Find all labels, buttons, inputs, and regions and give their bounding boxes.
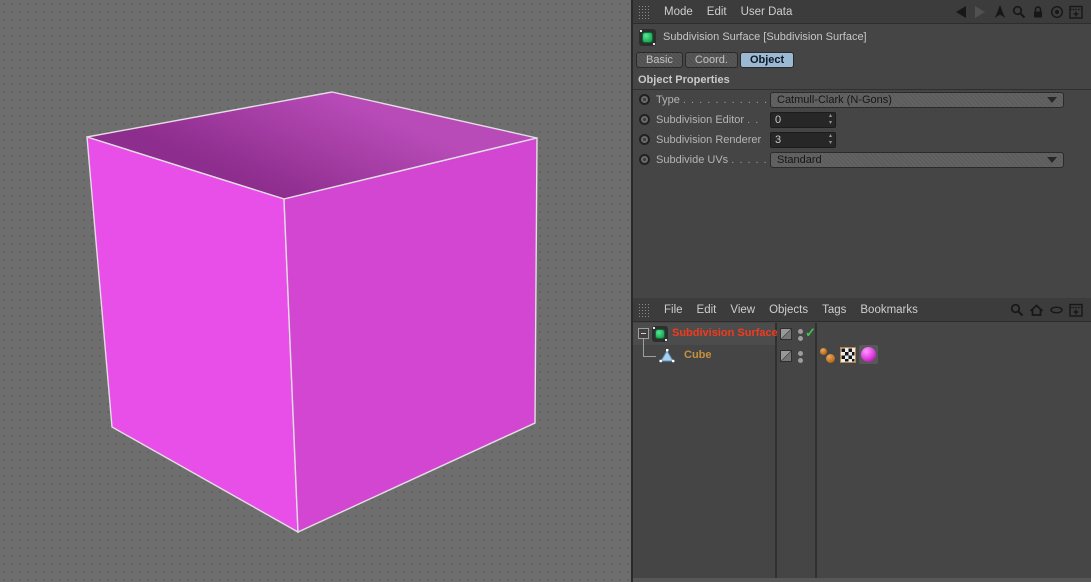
cube-3d[interactable] xyxy=(0,0,631,582)
menu-user-data[interactable]: User Data xyxy=(741,6,793,18)
subdivision-surface-icon xyxy=(639,29,656,46)
object-manager-toolbar xyxy=(1010,303,1083,317)
window-edge xyxy=(633,578,1091,582)
subdivision-editor-input[interactable]: 0 ▴▾ xyxy=(770,112,836,128)
attribute-manager-menubar: Mode Edit User Data xyxy=(633,0,1091,24)
search-icon[interactable] xyxy=(1012,5,1026,19)
property-row-subdivision-renderer: Subdivision Renderer 3 ▴▾ xyxy=(633,131,1091,151)
app-window: Mode Edit User Data Subdivision Surface … xyxy=(0,0,1091,582)
property-row-type: Type . . . . . . . . . . . . . . Catmull… xyxy=(633,91,1091,111)
subdivision-surface-icon[interactable] xyxy=(652,326,668,342)
property-label: Subdivision Renderer xyxy=(656,134,761,146)
spinner-arrows-icon[interactable]: ▴▾ xyxy=(829,113,832,127)
object-tree-column: Subdivision Surface Cube xyxy=(633,323,777,582)
editor-visibility-dot[interactable] xyxy=(798,329,803,334)
cube-right-face[interactable] xyxy=(284,138,537,532)
uvw-tag-icon[interactable] xyxy=(840,347,856,363)
object-name-subdivision-surface[interactable]: Subdivision Surface xyxy=(672,327,778,339)
new-panel-icon[interactable] xyxy=(1069,5,1083,19)
visibility-column: ✓ xyxy=(777,323,817,582)
object-tree: Subdivision Surface Cube ✓ xyxy=(633,323,1091,582)
spinner-arrows-icon[interactable]: ▴▾ xyxy=(829,133,832,147)
attribute-manager-toolbar xyxy=(953,5,1083,19)
dot-leader: . . xyxy=(747,114,759,126)
attribute-manager: Mode Edit User Data Subdivision Surface … xyxy=(633,0,1091,297)
enabled-check-icon[interactable]: ✓ xyxy=(805,325,816,341)
panel-grip-icon[interactable] xyxy=(638,303,650,317)
history-forward-icon[interactable] xyxy=(973,5,988,19)
tree-line xyxy=(643,339,644,356)
right-panel: Mode Edit User Data Subdivision Surface … xyxy=(631,0,1091,582)
property-row-subdivide-uvs: Subdivide UVs . . . . . . Standard xyxy=(633,151,1091,171)
collapse-minus-icon[interactable] xyxy=(638,328,649,339)
phong-tag-icon[interactable] xyxy=(820,347,836,363)
section-object-properties[interactable]: Object Properties xyxy=(633,72,1091,90)
keyframe-dot-icon[interactable] xyxy=(639,114,650,125)
menu-objects[interactable]: Objects xyxy=(769,304,808,316)
object-manager-menubar: File Edit View Objects Tags Bookmarks xyxy=(633,298,1091,322)
chevron-down-icon xyxy=(1047,97,1057,103)
editor-visibility-dot[interactable] xyxy=(798,351,803,356)
keyframe-dot-icon[interactable] xyxy=(639,134,650,145)
chevron-down-icon xyxy=(1047,157,1057,163)
arrow-up-icon[interactable] xyxy=(993,5,1007,19)
layer-swatch-icon[interactable] xyxy=(780,328,792,340)
menu-edit[interactable]: Edit xyxy=(707,6,727,18)
history-back-icon[interactable] xyxy=(953,5,968,19)
menu-mode[interactable]: Mode xyxy=(664,6,693,18)
menu-tags[interactable]: Tags xyxy=(822,304,846,316)
home-icon[interactable] xyxy=(1029,303,1044,317)
menu-view[interactable]: View xyxy=(730,304,755,316)
property-row-subdivision-editor: Subdivision Editor . . 0 ▴▾ xyxy=(633,111,1091,131)
object-name-cube[interactable]: Cube xyxy=(684,349,712,361)
panel-grip-icon[interactable] xyxy=(638,5,650,19)
tab-basic[interactable]: Basic xyxy=(636,52,683,68)
object-manager: File Edit View Objects Tags Bookmarks xyxy=(633,298,1091,582)
menu-bookmarks[interactable]: Bookmarks xyxy=(860,304,918,316)
type-dropdown[interactable]: Catmull-Clark (N-Gons) xyxy=(770,92,1064,108)
selected-object-title: Subdivision Surface [Subdivision Surface… xyxy=(663,31,867,43)
property-label: Subdivision Editor . . xyxy=(656,114,759,126)
eye-closed-icon[interactable] xyxy=(1049,303,1064,317)
render-visibility-dot[interactable] xyxy=(798,336,803,341)
menu-edit[interactable]: Edit xyxy=(697,304,717,316)
material-tag-icon[interactable] xyxy=(859,345,878,364)
lock-icon[interactable] xyxy=(1031,5,1045,19)
selected-object-header: Subdivision Surface [Subdivision Surface… xyxy=(633,25,1091,49)
tab-object[interactable]: Object xyxy=(740,52,794,68)
polygon-object-icon[interactable] xyxy=(659,348,675,364)
search-icon[interactable] xyxy=(1010,303,1024,317)
tags-column xyxy=(817,323,1091,582)
render-visibility-dot[interactable] xyxy=(798,358,803,363)
subdivision-renderer-input[interactable]: 3 ▴▾ xyxy=(770,132,836,148)
keyframe-dot-icon[interactable] xyxy=(639,154,650,165)
property-label: Subdivide UVs . . . . . . xyxy=(656,154,776,166)
attribute-tabs: Basic Coord. Object xyxy=(636,52,794,68)
menu-file[interactable]: File xyxy=(664,304,683,316)
viewport-3d[interactable] xyxy=(0,0,631,582)
target-icon[interactable] xyxy=(1050,5,1064,19)
subdivide-uvs-dropdown[interactable]: Standard xyxy=(770,152,1064,168)
tab-coord[interactable]: Coord. xyxy=(685,52,738,68)
layer-swatch-icon[interactable] xyxy=(780,350,792,362)
keyframe-dot-icon[interactable] xyxy=(639,94,650,105)
new-panel-icon[interactable] xyxy=(1069,303,1083,317)
tree-line xyxy=(643,356,656,357)
cube-left-face[interactable] xyxy=(87,137,298,532)
